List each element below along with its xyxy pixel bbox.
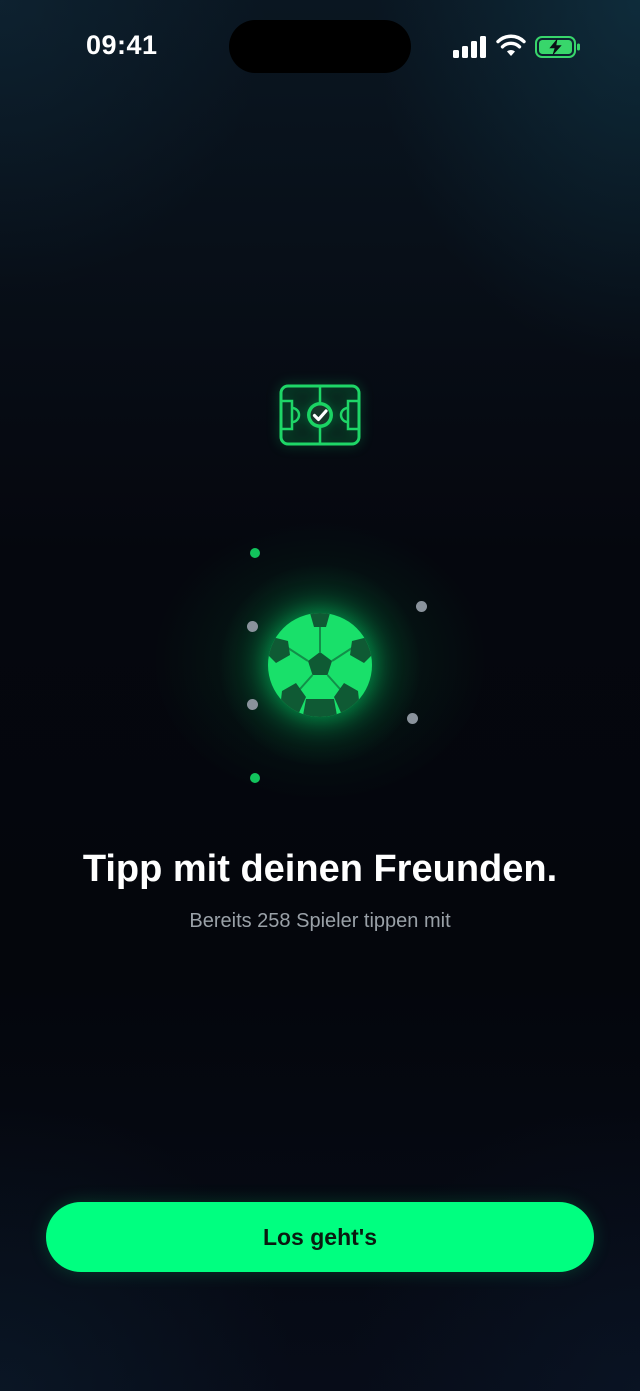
cellular-signal-icon [453,36,486,58]
wifi-icon [496,34,526,56]
decorative-dot [247,621,258,632]
soccer-ball-icon [268,613,372,717]
battery-charging-icon [535,36,580,58]
decorative-dot [250,548,260,558]
status-time: 09:41 [86,30,158,60]
decorative-dot [247,699,258,710]
headline: Tipp mit deinen Freunden. [82,848,558,890]
get-started-button[interactable]: Los geht's [46,1202,594,1272]
decorative-dot [250,773,260,783]
stadium-check-icon [279,384,361,446]
decorative-dot [407,713,418,724]
decorative-dot [416,601,427,612]
onboarding-screen: 09:41 Tipp mit deinen Freunden. Bereits … [0,0,640,1391]
player-count-text: Bereits 258 Spieler tippen mit [189,910,451,932]
dynamic-island [229,20,411,73]
